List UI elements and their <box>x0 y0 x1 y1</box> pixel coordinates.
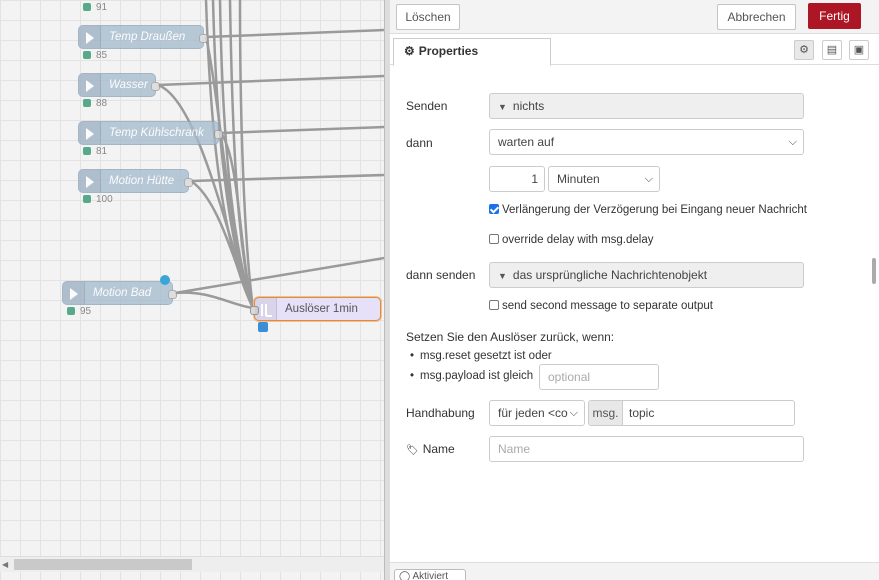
delete-button[interactable]: Löschen <box>396 4 460 30</box>
node-icon-area <box>79 74 101 96</box>
chevron-down-icon: ⌵ <box>644 173 653 185</box>
node-motion-bad[interactable]: Motion Bad <box>62 281 177 305</box>
send-select[interactable]: ▼ nichts <box>489 93 804 119</box>
node-status: 85 <box>83 50 107 61</box>
gear-icon: ⚙ <box>799 44 809 56</box>
node-label: Motion Hütte <box>109 175 175 187</box>
caret-down-icon: ▼ <box>498 102 507 112</box>
chevron-down-icon: ⌵ <box>788 136 797 148</box>
done-button[interactable]: Fertig <box>808 3 861 29</box>
toggle-icon: ◯ <box>399 571 411 580</box>
cancel-button[interactable]: Abbrechen <box>717 4 796 30</box>
scroll-thumb[interactable] <box>14 559 192 570</box>
node-status: 88 <box>83 98 107 109</box>
changed-indicator-icon <box>160 275 170 285</box>
msg-prefix[interactable]: msg. <box>589 401 623 425</box>
horizontal-scrollbar[interactable]: ◀ <box>0 556 384 572</box>
arrow-icon <box>86 128 94 140</box>
node-status: 100 <box>83 194 113 205</box>
node-icon-area <box>79 170 101 192</box>
then-label: dann <box>406 136 433 150</box>
node-label: Wasser <box>109 79 148 91</box>
status-dot-icon <box>83 99 91 107</box>
output-port[interactable] <box>199 34 208 43</box>
handling-label: Handhabung <box>406 406 475 420</box>
output-port[interactable] <box>184 178 193 187</box>
name-input[interactable]: Name <box>489 436 804 462</box>
node-motion-huette[interactable]: Motion Hütte <box>78 169 193 193</box>
properties-form: Senden ▼ nichts dann warten auf ⌵ 1 Minute… <box>390 66 879 562</box>
description-tab-button[interactable]: ▤ <box>822 40 842 60</box>
status-dot-icon <box>83 147 91 155</box>
node-icon-area <box>79 122 101 144</box>
then-select[interactable]: warten auf ⌵ <box>489 129 804 155</box>
duration-unit-select[interactable]: Minuten ⌵ <box>548 166 660 192</box>
name-label: 🏷 Name <box>406 442 455 456</box>
checkbox-icon[interactable] <box>489 234 499 244</box>
tray-footer: ◯ Aktiviert <box>390 562 879 580</box>
tab-bar: ⚙ Properties ⚙ ▤ ▣ <box>390 35 879 66</box>
reset-bullet-payload: msg.payload ist gleich <box>410 370 533 382</box>
reset-bullet-reset: msg.reset gesetzt ist oder <box>410 350 552 362</box>
node-label: Auslöser 1min <box>285 303 358 315</box>
arrow-icon <box>86 176 94 188</box>
node-status: 95 <box>67 306 91 317</box>
extend-delay-checkbox[interactable]: Verlängerung der Verzögerung bei Eingang… <box>489 204 807 216</box>
arrow-icon <box>70 288 78 300</box>
then-send-label: dann senden <box>406 268 476 282</box>
second-output-checkbox[interactable]: send second message to separate output <box>489 300 713 312</box>
flow-workspace[interactable]: 91 Temp Draußen 85 Wasser 88 Temp Kühlsc… <box>0 0 384 580</box>
output-port[interactable] <box>168 290 177 299</box>
override-delay-checkbox[interactable]: override delay with msg.delay <box>489 234 654 246</box>
checkbox-icon[interactable] <box>489 300 499 310</box>
wires <box>157 0 384 310</box>
checkbox-checked-icon[interactable] <box>489 204 499 214</box>
node-changed-icon <box>258 322 268 332</box>
tag-icon: 🏷 <box>406 445 419 456</box>
node-temp-kuehlschrank[interactable]: Temp Kühlschrank <box>78 121 223 145</box>
then-send-select[interactable]: ▼ das ursprüngliche Nachrichtenobjekt <box>489 262 804 288</box>
node-wasser[interactable]: Wasser <box>78 73 160 97</box>
reset-payload-input[interactable]: optional <box>539 364 659 390</box>
trigger-icon <box>261 304 272 317</box>
arrow-icon <box>86 32 94 44</box>
node-trigger-ausloeser[interactable]: Auslöser 1min <box>250 297 381 321</box>
node-status: 91 <box>83 2 107 13</box>
enabled-toggle[interactable]: ◯ Aktiviert <box>394 569 466 580</box>
node-label: Temp Draußen <box>109 31 186 43</box>
status-dot-icon <box>83 3 91 11</box>
output-port[interactable] <box>151 82 160 91</box>
status-dot-icon <box>83 195 91 203</box>
status-dot-icon <box>67 307 75 315</box>
node-label: Motion Bad <box>93 287 152 299</box>
appearance-tab-button[interactable]: ▣ <box>849 40 869 60</box>
handling-property-input[interactable]: msg. topic <box>588 400 795 426</box>
edit-tray: Löschen Abbrechen Fertig ⚙ Properties ⚙ ▤… <box>390 0 879 580</box>
tray-header: Löschen Abbrechen Fertig <box>390 0 879 34</box>
node-status: 81 <box>83 146 107 157</box>
send-label: Senden <box>406 99 448 113</box>
frame-icon: ▣ <box>853 44 865 56</box>
gear-icon: ⚙ <box>404 44 415 58</box>
output-port[interactable] <box>214 130 223 139</box>
settings-tab-button[interactable]: ⚙ <box>794 40 814 60</box>
node-icon-area <box>255 298 277 320</box>
node-icon-area <box>63 282 85 304</box>
node-label: Temp Kühlschrank <box>109 127 204 139</box>
tab-properties[interactable]: ⚙ Properties <box>393 38 551 66</box>
node-temp-draussen[interactable]: Temp Draußen <box>78 25 208 49</box>
node-icon-area <box>79 26 101 48</box>
duration-input[interactable]: 1 <box>489 166 545 192</box>
arrow-icon <box>86 80 94 92</box>
status-dot-icon <box>83 51 91 59</box>
chevron-down-icon: ⌵ <box>569 407 578 419</box>
vertical-scrollbar[interactable] <box>872 258 876 284</box>
document-icon: ▤ <box>826 44 838 56</box>
scroll-left-icon[interactable]: ◀ <box>2 560 8 569</box>
handling-select[interactable]: für jeden <co ⌵ <box>489 400 585 426</box>
caret-down-icon: ▼ <box>498 271 507 281</box>
reset-heading: Setzen Sie den Auslöser zurück, wenn: <box>406 330 615 344</box>
